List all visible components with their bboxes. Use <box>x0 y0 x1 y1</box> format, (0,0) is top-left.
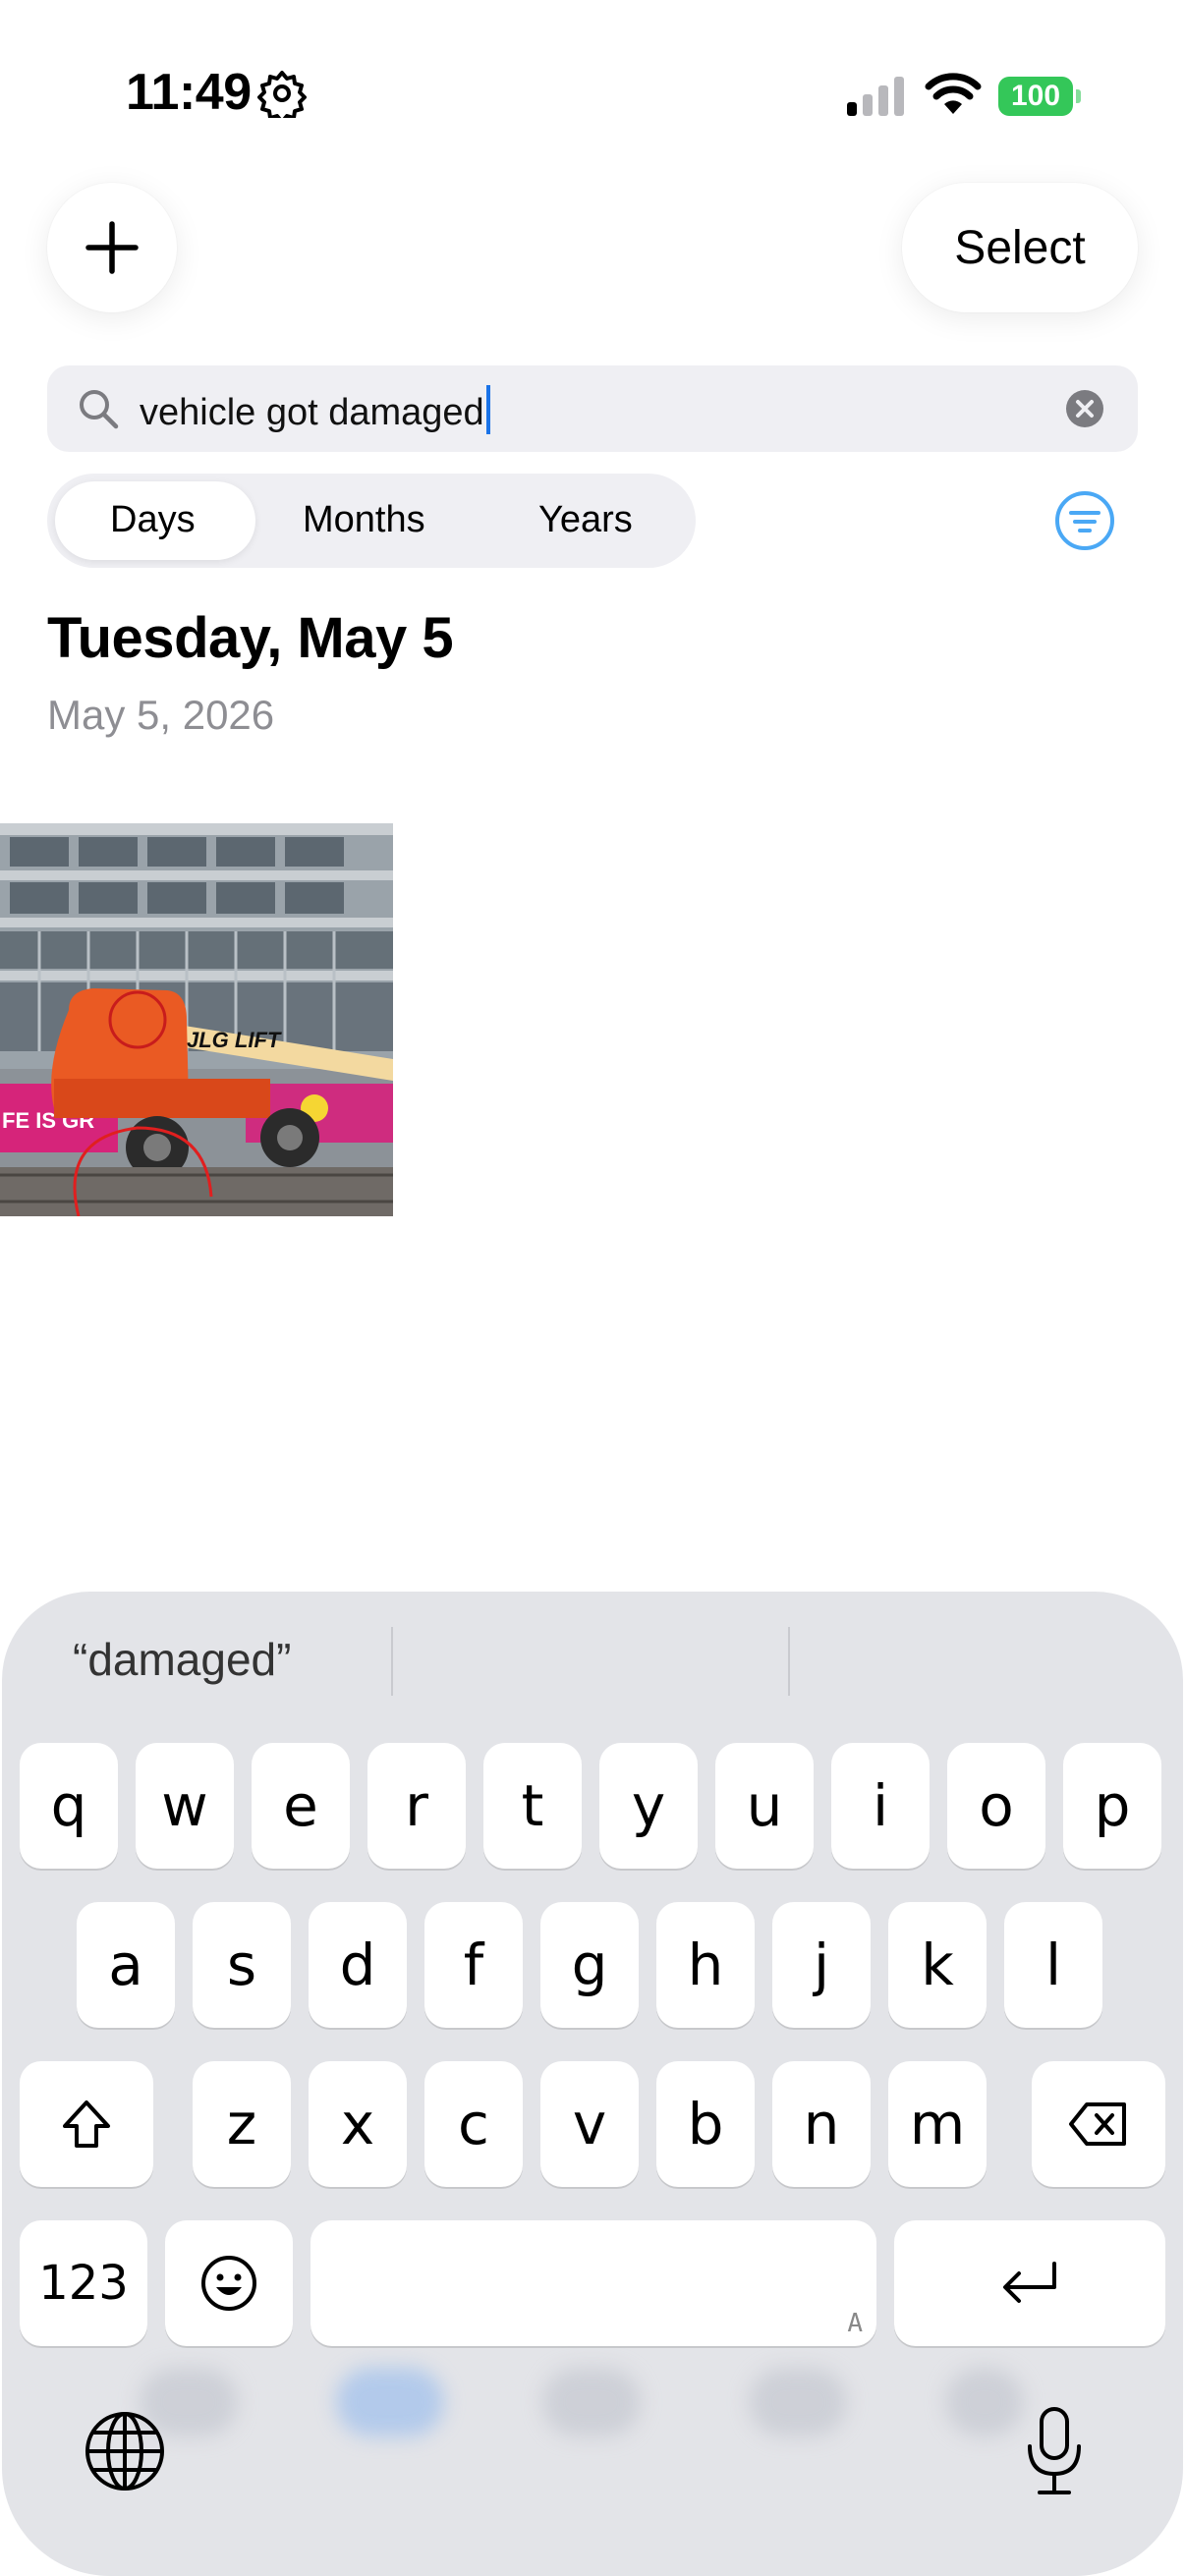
blurred-background <box>945 2368 1024 2436</box>
emoji-icon <box>201 2256 256 2311</box>
space-hint: A <box>847 2309 863 2338</box>
search-field[interactable]: vehicle got damaged <box>47 365 1138 452</box>
section-subtitle: May 5, 2026 <box>47 692 275 738</box>
key-o[interactable]: o <box>947 1743 1045 1869</box>
filter-icon[interactable] <box>1053 489 1116 552</box>
key-i[interactable]: i <box>831 1743 930 1869</box>
key-n[interactable]: n <box>772 2061 871 2187</box>
section-title: Tuesday, May 5 <box>47 606 454 670</box>
add-button[interactable] <box>47 183 177 312</box>
key-p[interactable]: p <box>1063 1743 1161 1869</box>
key-x[interactable]: x <box>309 2061 407 2187</box>
key-u[interactable]: u <box>715 1743 814 1869</box>
keyboard: “damaged” q w e r t y u i o p a s d f g … <box>2 1592 1183 2576</box>
status-time: 11:49 <box>126 64 252 121</box>
microphone-icon[interactable] <box>1020 2405 1089 2499</box>
blurred-background <box>749 2368 847 2436</box>
suggestion-divider <box>391 1627 393 1696</box>
globe-icon[interactable] <box>83 2409 167 2493</box>
key-k[interactable]: k <box>888 1902 987 2028</box>
key-s[interactable]: s <box>193 1902 291 2028</box>
blurred-background <box>542 2368 641 2436</box>
key-y[interactable]: y <box>599 1743 698 1869</box>
backspace-icon <box>1069 2102 1126 2146</box>
search-input[interactable]: vehicle got damaged <box>140 385 490 434</box>
battery-level: 100 <box>998 77 1073 116</box>
key-r[interactable]: r <box>367 1743 466 1869</box>
key-t[interactable]: t <box>483 1743 582 1869</box>
key-j[interactable]: j <box>772 1902 871 2028</box>
key-l[interactable]: l <box>1004 1902 1102 2028</box>
key-h[interactable]: h <box>656 1902 755 2028</box>
suggestion-1[interactable]: “damaged” <box>73 1633 291 1686</box>
svg-text:JLG LIFT: JLG LIFT <box>187 1028 282 1052</box>
tab-years[interactable]: Years <box>538 499 633 541</box>
key-g[interactable]: g <box>540 1902 639 2028</box>
key-c[interactable]: c <box>424 2061 523 2187</box>
plus-icon <box>85 221 139 274</box>
space-key[interactable]: A <box>310 2220 876 2346</box>
blurred-background <box>336 2368 444 2436</box>
clear-icon[interactable] <box>1065 389 1104 428</box>
emoji-key[interactable] <box>165 2220 293 2346</box>
key-m[interactable]: m <box>888 2061 987 2187</box>
search-value: vehicle got damaged <box>140 392 484 433</box>
battery-cap <box>1076 89 1081 103</box>
cellular-signal-icon <box>847 77 904 116</box>
key-a[interactable]: a <box>77 1902 175 2028</box>
key-z[interactable]: z <box>193 2061 291 2187</box>
numbers-key[interactable]: 123 <box>20 2220 147 2346</box>
key-b[interactable]: b <box>656 2061 755 2187</box>
wifi-icon <box>925 73 982 114</box>
search-icon <box>80 390 119 429</box>
shift-key[interactable] <box>20 2061 153 2187</box>
time-range-segmented-control[interactable]: Days Months Years <box>47 474 696 568</box>
text-caret <box>485 385 490 434</box>
tab-days[interactable]: Days <box>110 499 196 541</box>
key-w[interactable]: w <box>136 1743 234 1869</box>
delete-key[interactable] <box>1032 2061 1165 2187</box>
key-q[interactable]: q <box>20 1743 118 1869</box>
shift-icon <box>63 2100 110 2148</box>
key-v[interactable]: v <box>540 2061 639 2187</box>
battery-indicator: 100 <box>998 77 1081 116</box>
return-key[interactable] <box>894 2220 1165 2346</box>
tab-months[interactable]: Months <box>303 499 425 541</box>
key-f[interactable]: f <box>424 1902 523 2028</box>
key-d[interactable]: d <box>309 1902 407 2028</box>
select-button[interactable]: Select <box>902 183 1138 312</box>
key-e[interactable]: e <box>252 1743 350 1869</box>
gear-icon <box>257 71 307 118</box>
photo-thumbnail[interactable]: FE IS GR JLG LIFT <box>0 823 393 1216</box>
suggestion-divider <box>788 1627 790 1696</box>
return-icon <box>1003 2262 1056 2303</box>
